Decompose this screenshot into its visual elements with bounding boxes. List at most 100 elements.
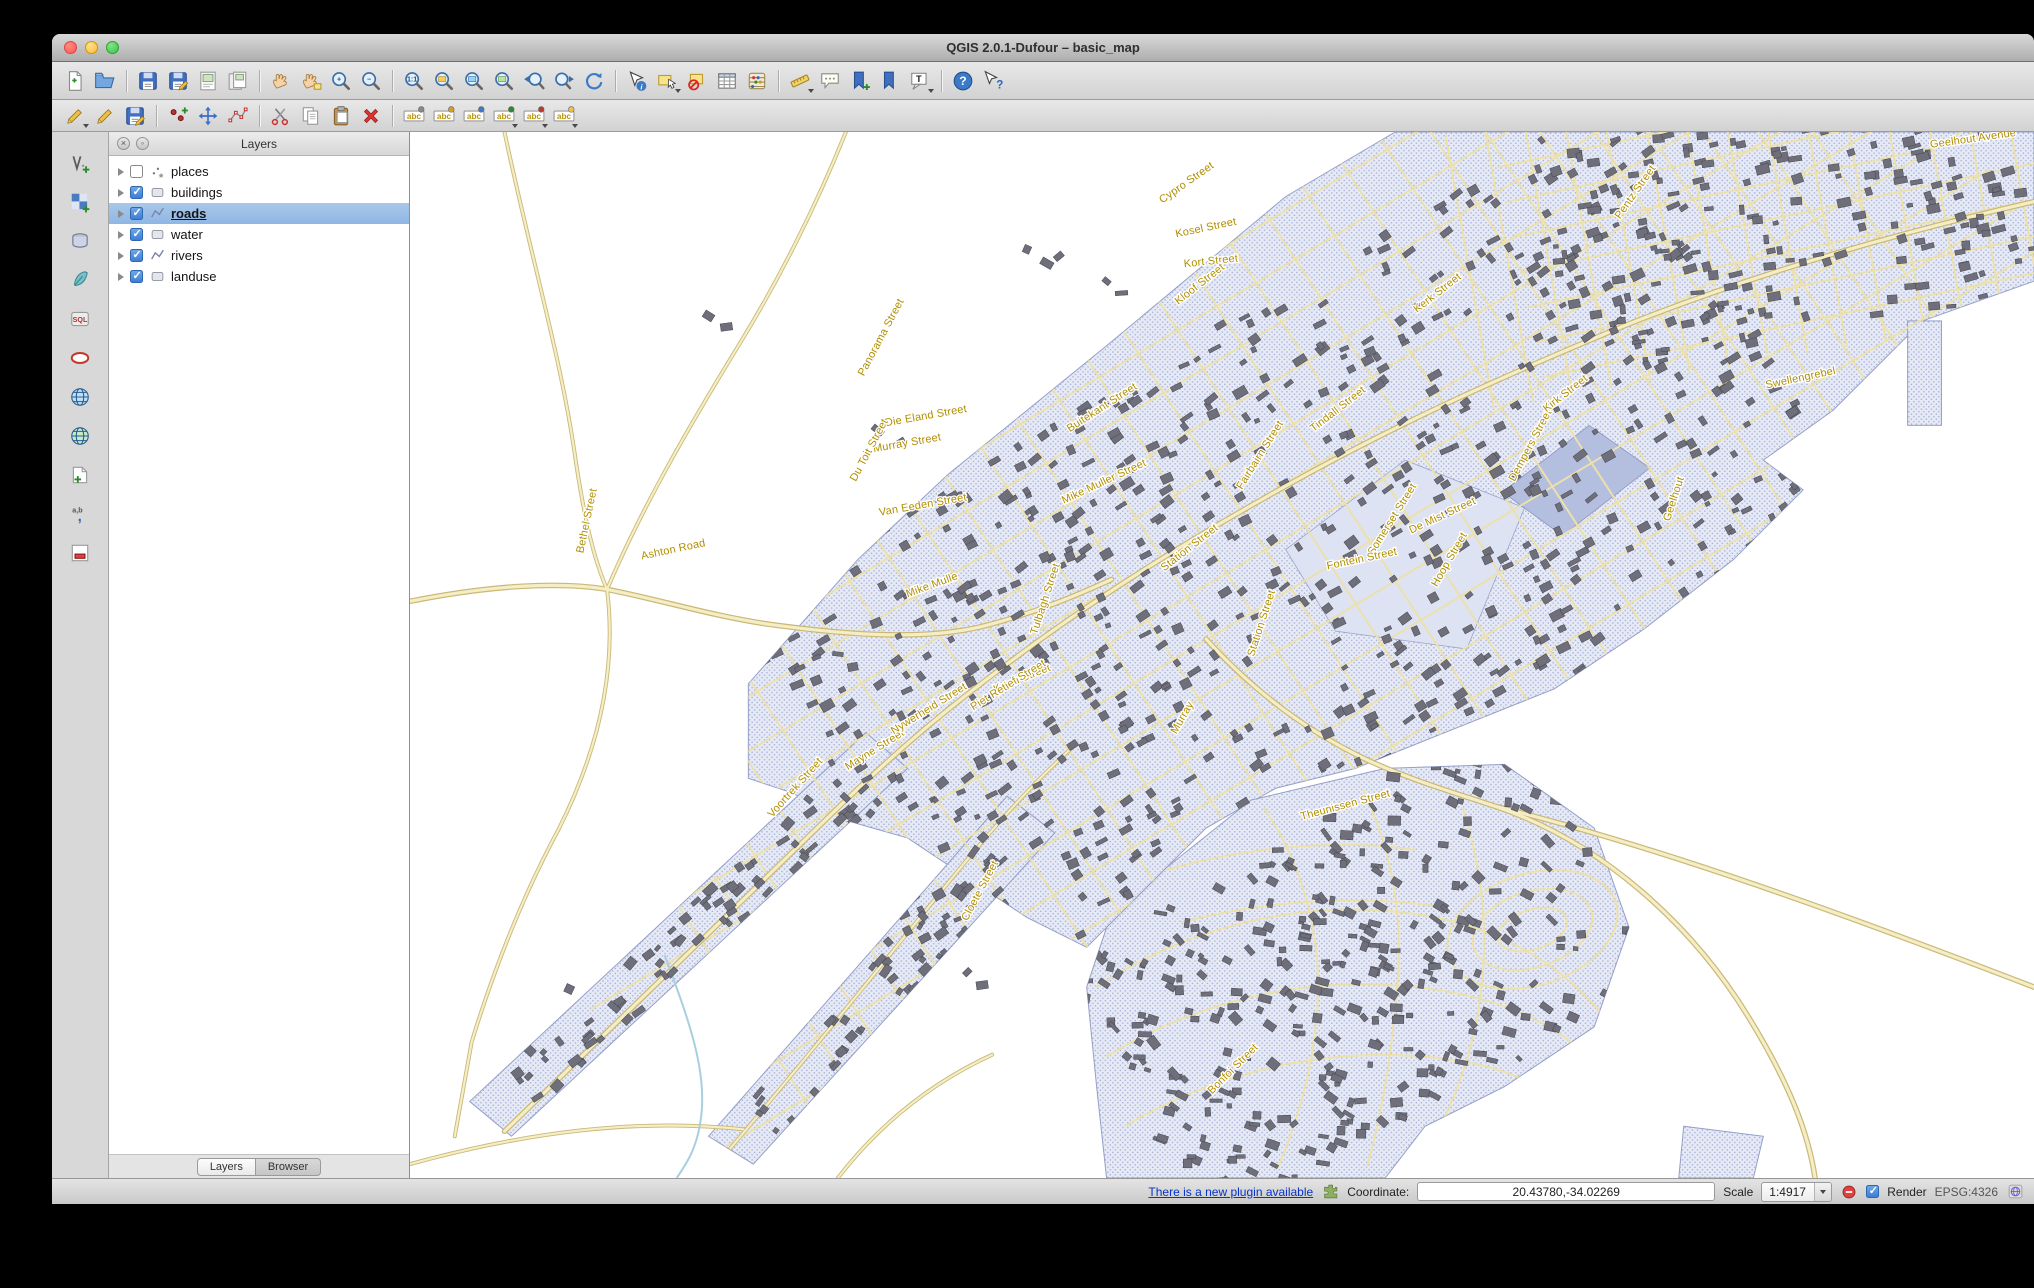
add-wfs-layer[interactable] (62, 421, 98, 451)
refresh-map[interactable] (579, 67, 609, 95)
measure-line-dropdown-arrow[interactable] (808, 89, 814, 93)
plugin-notice-link[interactable]: There is a new plugin available (1148, 1185, 1313, 1199)
label-move[interactable]: abc (489, 102, 519, 130)
coordinate-input[interactable] (1417, 1182, 1715, 1201)
show-bookmarks[interactable] (875, 67, 905, 95)
panel-float-button[interactable]: ◦ (136, 137, 149, 150)
current-edits-dropdown-arrow[interactable] (83, 124, 89, 128)
node-tool[interactable] (223, 102, 253, 130)
label-move-dropdown-arrow[interactable] (512, 124, 518, 128)
label-settings[interactable]: abc (399, 102, 429, 130)
layer-name[interactable]: buildings (171, 185, 222, 200)
layer-name[interactable]: water (171, 227, 203, 242)
pan-to-selection[interactable] (296, 67, 326, 95)
stop-render-icon[interactable] (1840, 1183, 1858, 1201)
layer-expand-arrow[interactable] (118, 273, 124, 281)
layer-expand-arrow[interactable] (118, 168, 124, 176)
select-features-dropdown-arrow[interactable] (675, 89, 681, 93)
new-bookmark[interactable] (845, 67, 875, 95)
crs-status-button[interactable] (2006, 1183, 2024, 1201)
identify-features[interactable]: i (622, 67, 652, 95)
layer-item-rivers[interactable]: rivers (109, 245, 409, 266)
map-viewport[interactable]: Geelhout AvenueCypro StreetKosel StreetK… (410, 132, 2034, 1178)
text-annotation[interactable]: T (905, 67, 935, 95)
text-annotation-dropdown-arrow[interactable] (928, 89, 934, 93)
layer-visibility-checkbox[interactable] (130, 207, 143, 220)
render-checkbox[interactable] (1866, 1185, 1879, 1198)
copy-features[interactable] (296, 102, 326, 130)
minimize-window-button[interactable] (85, 41, 98, 54)
new-shapefile-layer[interactable] (62, 460, 98, 490)
layer-item-water[interactable]: water (109, 224, 409, 245)
zoom-full[interactable] (429, 67, 459, 95)
zoom-window-button[interactable] (106, 41, 119, 54)
add-postgis-layer[interactable] (62, 226, 98, 256)
move-feature[interactable] (193, 102, 223, 130)
label-rotate-dropdown-arrow[interactable] (542, 124, 548, 128)
layer-name[interactable]: rivers (171, 248, 203, 263)
layer-name[interactable]: places (171, 164, 209, 179)
layer-item-roads[interactable]: roads (109, 203, 409, 224)
map-tips[interactable] (815, 67, 845, 95)
zoom-out[interactable]: − (356, 67, 386, 95)
layer-visibility-checkbox[interactable] (130, 186, 143, 199)
plugin-icon[interactable] (1321, 1183, 1339, 1201)
panel-tab-browser[interactable]: Browser (256, 1158, 321, 1176)
add-spatialite-layer[interactable] (62, 265, 98, 295)
add-wms-layer[interactable] (62, 382, 98, 412)
cut-features[interactable] (266, 102, 296, 130)
zoom-to-layer[interactable] (489, 67, 519, 95)
measure-line[interactable] (785, 67, 815, 95)
add-mssql-layer[interactable]: SQL (62, 304, 98, 334)
delete-selected[interactable] (356, 102, 386, 130)
close-window-button[interactable] (64, 41, 77, 54)
panel-close-button[interactable]: × (117, 137, 130, 150)
scale-combo-arrow-icon[interactable] (1814, 1183, 1831, 1201)
save-project[interactable] (133, 67, 163, 95)
label-properties[interactable]: abc (549, 102, 579, 130)
new-project[interactable] (60, 67, 90, 95)
save-layer-edits[interactable] (120, 102, 150, 130)
open-project[interactable] (90, 67, 120, 95)
label-show-hide[interactable]: abc (459, 102, 489, 130)
layer-visibility-checkbox[interactable] (130, 270, 143, 283)
add-feature[interactable] (163, 102, 193, 130)
title-bar[interactable]: QGIS 2.0.1-Dufour – basic_map (52, 34, 2034, 62)
layer-expand-arrow[interactable] (118, 231, 124, 239)
zoom-last[interactable] (519, 67, 549, 95)
label-properties-dropdown-arrow[interactable] (572, 124, 578, 128)
layer-expand-arrow[interactable] (118, 252, 124, 260)
deselect-features[interactable] (682, 67, 712, 95)
layer-expand-arrow[interactable] (118, 189, 124, 197)
paste-features[interactable] (326, 102, 356, 130)
new-print-composer[interactable] (193, 67, 223, 95)
layer-name[interactable]: roads (171, 206, 206, 221)
layer-visibility-checkbox[interactable] (130, 228, 143, 241)
current-edits[interactable] (60, 102, 90, 130)
remove-layer[interactable] (62, 538, 98, 568)
zoom-to-selection[interactable] (459, 67, 489, 95)
map-canvas[interactable]: Geelhout AvenueCypro StreetKosel StreetK… (410, 132, 2034, 1178)
whats-this[interactable]: ? (978, 67, 1008, 95)
help-contents[interactable]: ? (948, 67, 978, 95)
layer-item-landuse[interactable]: landuse (109, 266, 409, 287)
zoom-in[interactable]: + (326, 67, 356, 95)
add-delimited-text-layer[interactable]: a,b, (62, 499, 98, 529)
add-oracle-layer[interactable] (62, 343, 98, 373)
zoom-next[interactable] (549, 67, 579, 95)
scale-combo[interactable]: 1:4917 (1761, 1182, 1832, 1202)
toggle-editing[interactable] (90, 102, 120, 130)
field-calculator[interactable] (742, 67, 772, 95)
layer-visibility-checkbox[interactable] (130, 249, 143, 262)
open-attribute-table[interactable] (712, 67, 742, 95)
label-pin[interactable]: abc (429, 102, 459, 130)
layer-expand-arrow[interactable] (118, 210, 124, 218)
label-rotate[interactable]: abc (519, 102, 549, 130)
pan-map[interactable] (266, 67, 296, 95)
add-vector-layer[interactable] (62, 148, 98, 178)
panel-tab-layers[interactable]: Layers (197, 1158, 256, 1176)
layer-item-buildings[interactable]: buildings (109, 182, 409, 203)
layer-item-places[interactable]: places (109, 161, 409, 182)
zoom-native[interactable]: 1:1 (399, 67, 429, 95)
save-project-as[interactable] (163, 67, 193, 95)
